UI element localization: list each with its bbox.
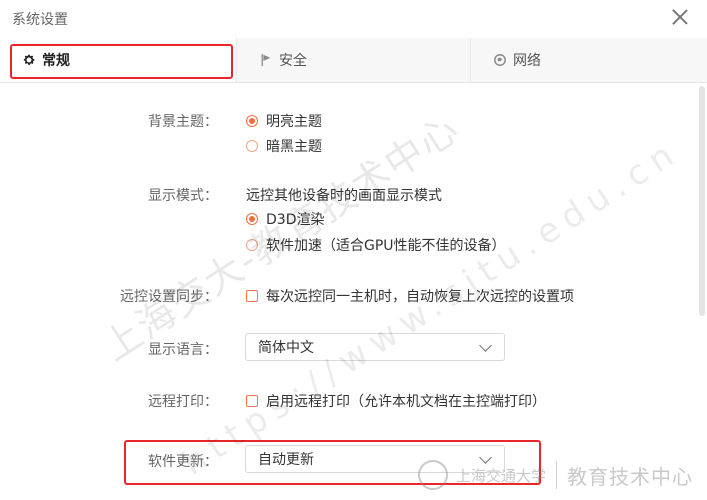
display-mode-option-d3d[interactable]: D3D渲染	[246, 209, 324, 229]
option-label: 暗黑主题	[266, 139, 322, 155]
institution-logo: 上海交通大学 教育技术中心	[417, 460, 693, 490]
display-mode-description: 远控其他设备时的画面显示模式	[246, 188, 442, 204]
close-icon[interactable]	[669, 6, 691, 28]
checkbox[interactable]	[246, 395, 258, 407]
tab-label: 网络	[513, 53, 541, 69]
highlight-box-general-tab	[10, 44, 233, 79]
logo-center-name: 教育技术中心	[567, 464, 693, 489]
logo-school-name: 上海交通大学	[455, 466, 546, 485]
checkbox-label: 每次远控同一主机时，自动恢复上次远控的设置项	[266, 289, 574, 305]
radio-selected[interactable]	[246, 213, 258, 225]
title-bar: 系统设置	[0, 0, 707, 38]
option-label: 明亮主题	[266, 114, 322, 130]
seal-icon	[417, 460, 448, 490]
radio-selected[interactable]	[246, 115, 258, 127]
tab-label: 安全	[279, 53, 307, 69]
option-label: D3D渲染	[266, 212, 325, 228]
chevron-down-icon	[479, 339, 492, 352]
logo-divider	[556, 461, 557, 489]
theme-option-dark[interactable]: 暗黑主题	[246, 136, 322, 156]
remote-sync-checkbox[interactable]: 每次远控同一主机时，自动恢复上次远控的设置项	[246, 286, 574, 306]
select-value: 简体中文	[258, 340, 314, 356]
window-title: 系统设置	[12, 12, 68, 28]
language-select[interactable]: 简体中文	[245, 333, 505, 361]
radio-unselected[interactable]	[246, 140, 258, 152]
radio-unselected[interactable]	[246, 239, 258, 251]
scrollbar[interactable]	[699, 86, 705, 316]
tab-network[interactable]: 网络	[470, 38, 707, 82]
remote-print-label: 远程打印：	[148, 394, 218, 410]
tab-security[interactable]: 安全	[236, 38, 468, 82]
option-label: 软件加速（适合GPU性能不佳的设备）	[266, 238, 506, 254]
remote-print-checkbox[interactable]: 启用远程打印（允许本机文档在主控端打印）	[246, 391, 546, 411]
display-mode-option-software[interactable]: 软件加速（适合GPU性能不佳的设备）	[246, 235, 506, 255]
language-label: 显示语言：	[148, 342, 218, 358]
remote-sync-label: 远控设置同步：	[120, 289, 218, 305]
theme-label: 背景主题：	[148, 114, 218, 130]
flag-icon	[261, 53, 271, 67]
theme-option-light[interactable]: 明亮主题	[246, 111, 322, 131]
globe-icon	[494, 54, 506, 66]
checkbox-label: 启用远程打印（允许本机文档在主控端打印）	[266, 394, 546, 410]
checkbox[interactable]	[246, 290, 258, 302]
display-mode-label: 显示模式：	[148, 188, 218, 204]
